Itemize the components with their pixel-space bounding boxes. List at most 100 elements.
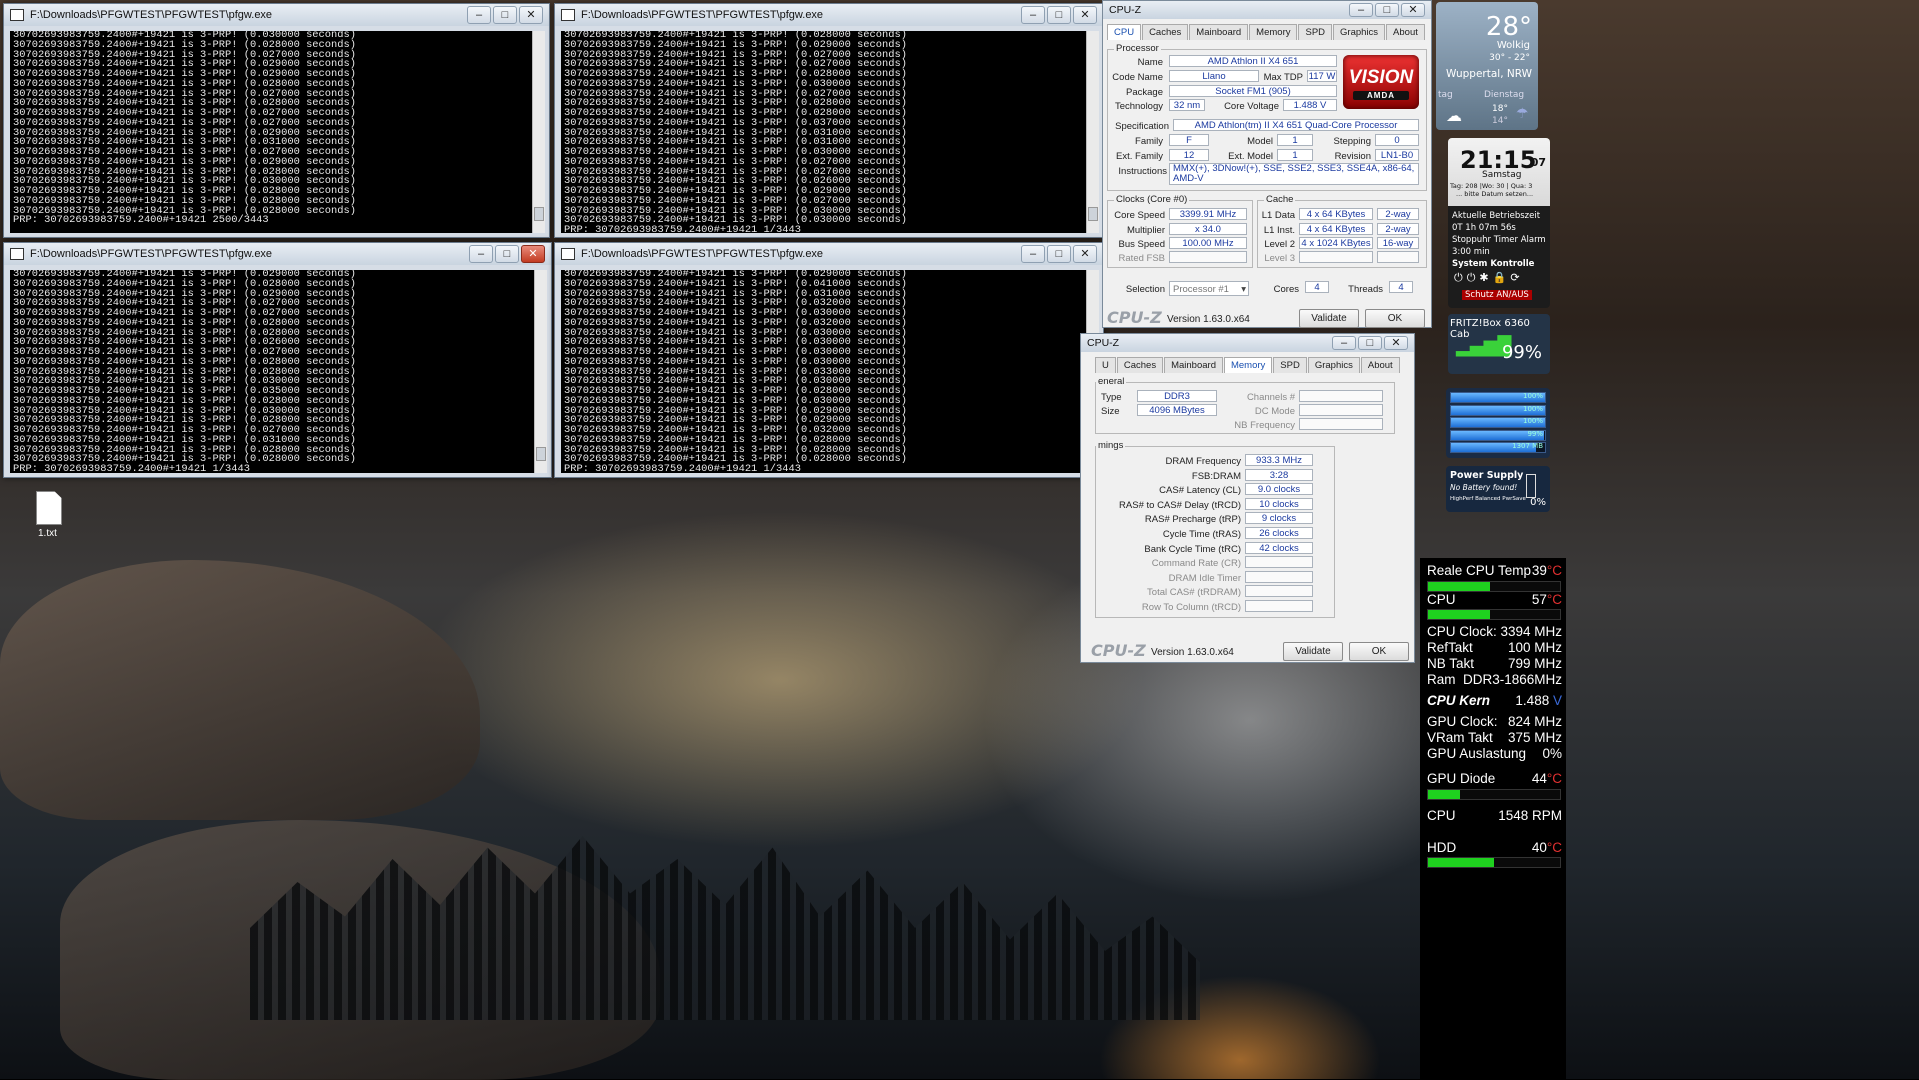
minimize-button[interactable]: – — [1021, 245, 1045, 263]
pfgw-window-3[interactable]: F:\Downloads\PFGWTEST\PFGWTEST\pfgw.exe … — [3, 242, 552, 478]
uptime-value: 0T 1h 07m 56s — [1452, 223, 1516, 233]
maximize-button[interactable]: □ — [1375, 3, 1399, 17]
validate-button[interactable]: Validate — [1299, 309, 1359, 328]
scrollbar-thumb[interactable] — [1088, 207, 1098, 221]
tab-spd[interactable]: SPD — [1273, 357, 1307, 373]
technology-label: Technology — [1114, 101, 1163, 112]
tab-caches[interactable]: Caches — [1142, 24, 1189, 40]
power-supply-gadget[interactable]: Power Supply No Battery found! HighPerf … — [1446, 466, 1550, 512]
validate-button[interactable]: Validate — [1283, 642, 1343, 661]
ram-row: Ram DDR3-1866MHz — [1427, 672, 1562, 687]
l1d-value: 4 x 64 KBytes — [1299, 208, 1373, 220]
pfgw-window-2[interactable]: F:\Downloads\PFGWTEST\PFGWTEST\pfgw.exe … — [554, 3, 1104, 238]
tab-mainboard[interactable]: Mainboard — [1164, 357, 1223, 373]
minimize-button[interactable]: – — [1021, 6, 1045, 24]
console-app-icon — [10, 248, 24, 260]
l1i-label: L1 Inst. — [1263, 225, 1295, 236]
stepping-label: Stepping — [1333, 136, 1371, 147]
scrollbar-thumb[interactable] — [534, 207, 544, 221]
cpuz-cpu-window[interactable]: CPU-Z – □ ✕ CPU Caches Mainboard Memory SP… — [1102, 0, 1432, 328]
text-file-icon[interactable] — [36, 491, 62, 525]
tab-cpu[interactable]: CPU — [1107, 24, 1142, 40]
close-button[interactable]: ✕ — [519, 6, 543, 24]
title-bar[interactable]: F:\Downloads\PFGWTEST\PFGWTEST\pfgw.exe … — [555, 243, 1103, 265]
scrollbar-thumb[interactable] — [536, 447, 546, 461]
meter-label: 100% — [1522, 417, 1543, 425]
maximize-button[interactable]: □ — [1047, 245, 1071, 263]
cpuclock-row: CPU Clock: 3394 MHz — [1427, 624, 1562, 639]
tab-graphics[interactable]: Graphics — [1307, 357, 1360, 373]
title-bar[interactable]: CPU-Z – □ ✕ — [1081, 334, 1414, 352]
stopwatch-value[interactable]: 3:00 min — [1452, 247, 1490, 257]
cpuz-memory-window[interactable]: CPU-Z – □ ✕ U Caches Mainboard Memory SPD … — [1080, 333, 1415, 663]
technology-value: 32 nm — [1169, 99, 1205, 111]
title-bar[interactable]: F:\Downloads\PFGWTEST\PFGWTEST\pfgw.exe … — [4, 243, 551, 265]
fritzbox-gadget[interactable]: FRITZ!Box 6360 Cab ▂▄▆█ 99% — [1448, 314, 1550, 374]
meter-bar: 1307 MB — [1450, 442, 1546, 453]
scrollbar[interactable] — [534, 270, 547, 473]
codename-label: Code Name — [1112, 72, 1163, 83]
title-bar[interactable]: CPU-Z – □ ✕ — [1103, 1, 1431, 19]
version-text: Version 1.63.0.x64 — [1151, 647, 1234, 658]
meter-bar: 100% — [1450, 417, 1546, 428]
timing-label: FSB:DRAM — [1191, 470, 1241, 482]
schutz-toggle[interactable]: Schutz AN/AUS — [1462, 290, 1532, 300]
processor-select[interactable]: Processor #1 ▾ — [1169, 281, 1249, 296]
maximize-button[interactable]: □ — [1047, 6, 1071, 24]
close-button[interactable]: ✕ — [1073, 245, 1097, 263]
codename-value: Llano — [1169, 70, 1259, 82]
gpuclock-label: GPU Clock: — [1427, 714, 1498, 729]
maximize-button[interactable]: □ — [495, 245, 519, 263]
title-bar[interactable]: F:\Downloads\PFGWTEST\PFGWTEST\pfgw.exe … — [555, 4, 1103, 26]
minimize-button[interactable]: – — [469, 245, 493, 263]
close-button[interactable]: ✕ — [1384, 336, 1408, 350]
clock-seconds: 07 — [1530, 156, 1546, 169]
scrollbar[interactable] — [1086, 31, 1099, 233]
ok-button[interactable]: OK — [1349, 642, 1409, 661]
type-label: Type — [1101, 392, 1122, 403]
vram-row: VRam Takt 375 MHz — [1427, 730, 1562, 745]
battery-icon — [1526, 474, 1536, 498]
dcmode-label: DC Mode — [1254, 406, 1295, 417]
l1d-label: L1 Data — [1261, 210, 1295, 221]
group-label: Processor — [1114, 43, 1161, 54]
maximize-button[interactable]: □ — [493, 6, 517, 24]
threads-label: Threads — [1348, 284, 1383, 295]
tab-cpu[interactable]: U — [1095, 357, 1116, 373]
size-value: 4096 MBytes — [1137, 404, 1217, 416]
pfgw-window-1[interactable]: F:\Downloads\PFGWTEST\PFGWTEST\pfgw.exe … — [3, 3, 550, 238]
tab-spd[interactable]: SPD — [1298, 24, 1333, 40]
spec-value: AMD Athlon(tm) II X4 651 Quad-Core Proce… — [1173, 119, 1419, 131]
extmodel-label: Ext. Model — [1228, 151, 1273, 162]
title-bar[interactable]: F:\Downloads\PFGWTEST\PFGWTEST\pfgw.exe … — [4, 4, 549, 26]
close-button[interactable]: ✕ — [1401, 3, 1425, 17]
tab-graphics[interactable]: Graphics — [1333, 24, 1386, 40]
power-icon[interactable]: ⏻⏻✱🔒⟳ — [1454, 271, 1524, 285]
voltage-label: Core Voltage — [1224, 101, 1279, 112]
weather-gadget[interactable]: 28° Wolkig 30° - 22° Wuppertal, NRW tag … — [1436, 2, 1538, 130]
temp-unit: °C — [1546, 771, 1562, 786]
minimize-button[interactable]: – — [1349, 3, 1373, 17]
pfgw-window-4[interactable]: F:\Downloads\PFGWTEST\PFGWTEST\pfgw.exe … — [554, 242, 1104, 478]
clock-gadget[interactable]: 21:15 07 Samstag Tag: 208 |Wo: 30 | Qua:… — [1448, 138, 1550, 308]
hdd-label: HDD — [1427, 840, 1457, 855]
clock-day: Samstag — [1482, 170, 1522, 180]
tab-memory[interactable]: Memory — [1249, 24, 1298, 40]
power-plan-options: HighPerf Balanced PwrSave — [1450, 496, 1526, 502]
tab-about[interactable]: About — [1360, 357, 1400, 373]
scrollbar[interactable] — [532, 31, 545, 233]
close-button[interactable]: ✕ — [1073, 6, 1097, 24]
tab-memory[interactable]: Memory — [1223, 357, 1273, 373]
maximize-button[interactable]: □ — [1358, 336, 1382, 350]
power-supply-status: No Battery found! — [1450, 483, 1518, 492]
console-app-icon — [561, 9, 575, 21]
minimize-button[interactable]: – — [467, 6, 491, 24]
ok-button[interactable]: OK — [1365, 309, 1425, 328]
tab-caches[interactable]: Caches — [1116, 357, 1164, 373]
family-label: Family — [1135, 136, 1163, 147]
tab-about[interactable]: About — [1386, 24, 1425, 40]
window-title: F:\Downloads\PFGWTEST\PFGWTEST\pfgw.exe — [581, 248, 824, 260]
minimize-button[interactable]: – — [1332, 336, 1356, 350]
tab-mainboard[interactable]: Mainboard — [1189, 24, 1249, 40]
close-button[interactable]: ✕ — [521, 245, 545, 263]
